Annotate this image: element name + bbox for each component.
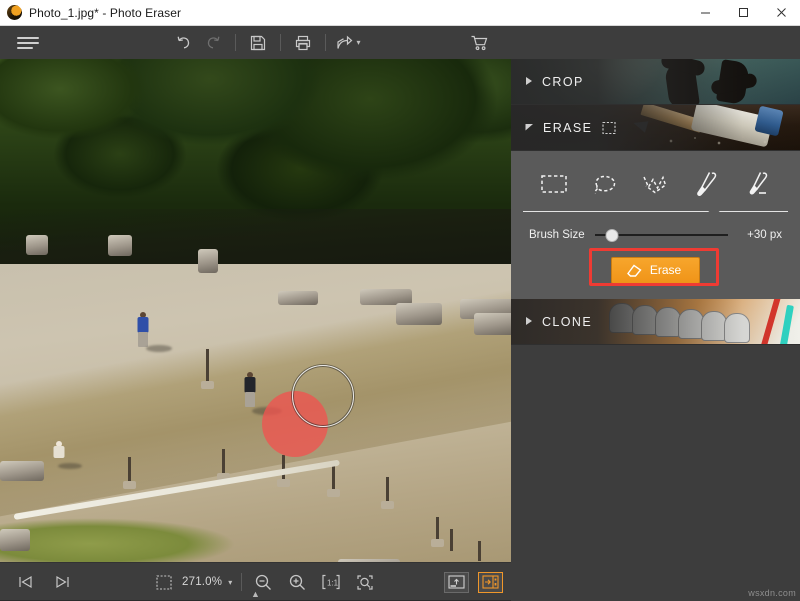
brush-size-row: Brush Size +30 px — [511, 217, 800, 243]
rectangle-marquee-icon[interactable] — [534, 165, 574, 203]
crop-expand-triangle-icon[interactable] — [525, 76, 533, 88]
title-bar-left: Photo_1.jpg* - Photo Eraser — [0, 5, 686, 20]
app-logo-icon — [7, 5, 22, 20]
eraser-icon — [626, 263, 643, 278]
brush-size-slider[interactable] — [595, 227, 728, 243]
export-panel-icon[interactable] — [444, 572, 469, 593]
erase-button[interactable]: Erase — [611, 257, 700, 284]
zoom-controls: 271.0% ▾ — [152, 563, 377, 601]
actual-size-1-to-1-icon[interactable]: 1:1 — [319, 570, 343, 594]
panel-toggles — [444, 563, 503, 601]
zoom-button-group: 1:1 — [251, 570, 377, 594]
toolbar-divider — [280, 34, 281, 51]
minimize-button[interactable] — [686, 0, 724, 26]
panel-empty-area — [511, 345, 800, 601]
share-caret-icon[interactable]: ▾ — [356, 38, 360, 47]
brush-size-slider-handle[interactable] — [605, 229, 618, 242]
zoom-to-selection-icon[interactable] — [353, 570, 377, 594]
hamburger-menu-icon[interactable] — [17, 35, 39, 51]
toolbar-divider — [235, 34, 236, 51]
brush-size-label: Brush Size — [529, 229, 585, 241]
redo-icon[interactable] — [198, 28, 228, 58]
canvas-column: 271.0% ▾ — [0, 59, 511, 601]
section-label-clone: CLONE — [542, 315, 592, 329]
image-navigation — [14, 570, 74, 594]
fit-to-window-icon[interactable] — [152, 570, 176, 594]
maximize-button[interactable] — [724, 0, 762, 26]
share-icon[interactable]: ▾ — [333, 28, 363, 58]
erase-tool-panel: Brush Size +30 px Erase — [511, 151, 800, 299]
section-header-clone[interactable]: CLONE — [511, 299, 800, 345]
photo-eraser-window: Photo_1.jpg* - Photo Eraser — [0, 0, 800, 601]
image-canvas[interactable] — [0, 59, 511, 562]
zoom-in-icon[interactable] — [285, 570, 309, 594]
person-blue-shirt — [136, 312, 150, 348]
undo-icon[interactable] — [168, 28, 198, 58]
brush-eraser-icon[interactable] — [737, 165, 777, 203]
section-label-erase: ERASE — [543, 121, 592, 135]
erase-collapse-triangle-icon[interactable] — [525, 119, 534, 137]
brush-icon[interactable] — [686, 165, 726, 203]
reset-selection-icon[interactable] — [602, 121, 617, 135]
photo-image — [0, 59, 511, 562]
person-dark-shirt — [242, 372, 257, 410]
toolbar-divider — [325, 34, 326, 51]
erase-tool-buttons — [511, 161, 800, 205]
section-label-crop: CROP — [542, 75, 584, 89]
print-icon[interactable] — [288, 28, 318, 58]
shopping-cart-icon[interactable] — [465, 29, 493, 56]
selected-tool-indicator — [523, 207, 788, 217]
window-title: Photo_1.jpg* - Photo Eraser — [29, 6, 181, 20]
main-toolbar: ▾ — [0, 26, 800, 59]
zoom-level-value[interactable]: 271.0% — [182, 576, 222, 588]
lasso-icon[interactable] — [585, 165, 625, 203]
brush-size-value: +30 px — [738, 229, 782, 241]
title-bar: Photo_1.jpg* - Photo Eraser — [0, 0, 800, 26]
section-header-erase[interactable]: ERASE — [511, 105, 800, 151]
previous-image-icon[interactable] — [14, 570, 38, 594]
erase-action-row: Erase — [511, 255, 800, 285]
svg-text:1:1: 1:1 — [327, 579, 339, 588]
brush-circle-cursor — [292, 365, 354, 427]
tools-side-panel: CROP ERASE — [511, 59, 800, 601]
collapse-bar-caret-icon[interactable]: ▲ — [251, 589, 260, 599]
polygonal-lasso-icon[interactable] — [635, 165, 675, 203]
workspace: 271.0% ▾ — [0, 59, 800, 601]
toolbar-actions: ▾ — [168, 26, 363, 59]
bottom-divider — [241, 573, 242, 591]
zoom-dropdown-caret-icon[interactable]: ▾ — [228, 578, 232, 587]
save-floppy-icon[interactable] — [243, 28, 273, 58]
next-image-icon[interactable] — [50, 570, 74, 594]
watermark: wsxdn.com — [748, 588, 796, 598]
toggle-side-panel-icon[interactable] — [478, 572, 503, 593]
erase-button-label: Erase — [650, 263, 681, 277]
section-header-crop[interactable]: CROP — [511, 59, 800, 105]
clone-expand-triangle-icon[interactable] — [525, 313, 533, 331]
window-controls — [686, 0, 800, 26]
bottom-toolbar: 271.0% ▾ — [0, 562, 511, 600]
close-button[interactable] — [762, 0, 800, 26]
